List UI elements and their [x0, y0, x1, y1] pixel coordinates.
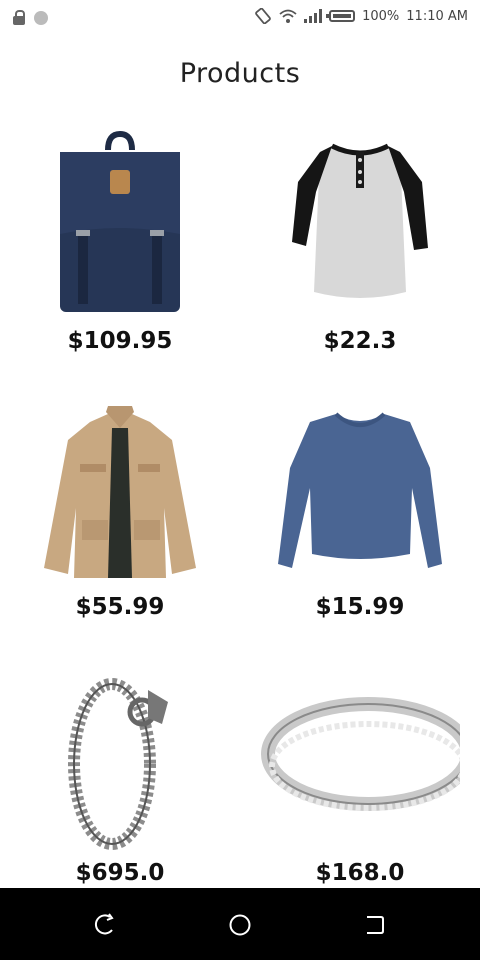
lock-icon — [12, 10, 26, 26]
product-price: $695.0 — [75, 860, 165, 886]
product-card[interactable]: $55.99 — [0, 376, 240, 642]
product-price: $168.0 — [315, 860, 405, 886]
product-price: $55.99 — [75, 594, 165, 620]
ring-image — [261, 697, 460, 811]
auto-rotate-icon — [255, 8, 271, 24]
back-icon[interactable] — [90, 910, 120, 940]
product-card[interactable]: $15.99 — [240, 376, 480, 642]
page-title: Products — [179, 58, 301, 89]
bracelet-image — [68, 678, 168, 850]
jacket-image — [44, 406, 196, 578]
longsleeve-image — [278, 412, 442, 568]
product-image-longsleeve[interactable] — [260, 388, 460, 588]
product-price: $109.95 — [67, 328, 173, 354]
signal-icon — [304, 9, 323, 23]
product-price: $22.3 — [323, 328, 397, 354]
product-card[interactable]: $168.0 — [240, 642, 480, 908]
notification-dot-icon — [34, 11, 48, 25]
navigation-bar — [0, 888, 480, 960]
product-card[interactable]: $109.95 — [0, 110, 240, 376]
product-image-bracelet[interactable] — [20, 654, 220, 854]
product-image-backpack[interactable] — [20, 122, 220, 322]
product-price: $15.99 — [315, 594, 405, 620]
wifi-icon — [279, 9, 297, 23]
clock: 11:10 AM — [406, 8, 468, 24]
status-bar: 100% 11:10 AM — [0, 0, 480, 36]
product-image-ring[interactable] — [260, 654, 460, 854]
product-image-jacket[interactable] — [20, 388, 220, 588]
recents-icon[interactable] — [360, 910, 390, 940]
battery-percent: 100% — [362, 8, 400, 24]
backpack-image — [60, 130, 180, 312]
product-card[interactable]: $22.3 — [240, 110, 480, 376]
home-icon[interactable] — [225, 910, 255, 940]
product-image-shirt[interactable] — [260, 122, 460, 322]
battery-icon — [326, 10, 356, 22]
henley-shirt-image — [292, 143, 428, 298]
product-card[interactable]: $695.0 — [0, 642, 240, 908]
